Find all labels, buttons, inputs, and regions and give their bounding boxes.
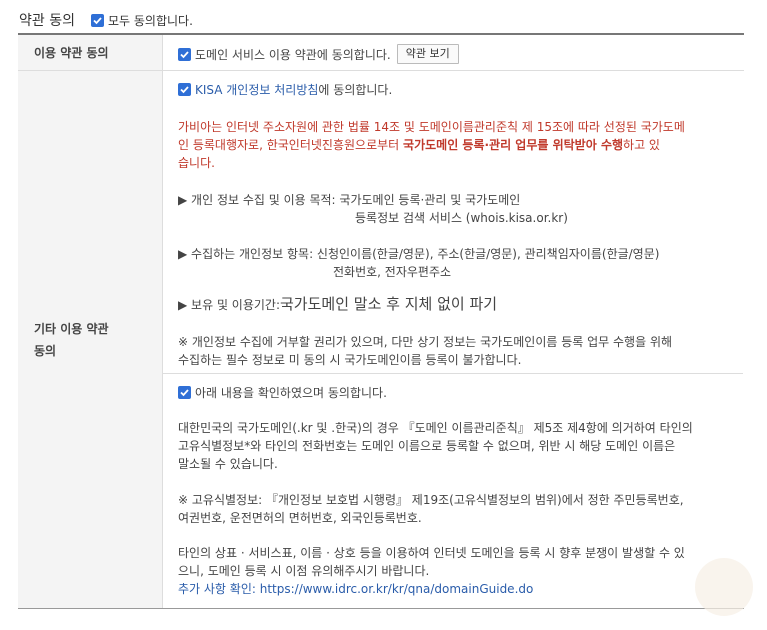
confirm-p1-line1: 대한민국의 국가도메인(.kr 및 .한국)의 경우 『도메인 이름관리준칙』 …	[178, 421, 693, 435]
kisa-notice-line1: 가비아는 인터넷 주소자원에 관한 법률 14조 및 도메인이름관리준칙 제 1…	[178, 120, 685, 134]
kisa-notice-line2: 인 등록대행자로, 한국인터넷진흥원으로부터 국가도메인 등록·관리 업무를 위…	[178, 138, 660, 152]
items-line1: ▶ 수집하는 개인정보 항목: 신청인이름(한글/영문), 주소(한글/영문),…	[178, 247, 660, 261]
confirm-p3-line2: 으니, 도메인 등록 시 이점 유의해주시기 바랍니다.	[178, 564, 430, 578]
kisa-agree-checkbox[interactable]	[178, 83, 191, 96]
retention-period: ▶ 보유 및 이용기간: 국가도메인 말소 후 지체 없이 파기	[178, 295, 498, 313]
confirm-agree-checkbox[interactable]	[178, 386, 191, 399]
other-terms-label-cell: 기타 이용 약관 동의	[18, 71, 163, 608]
terms-row-label: 이용 약관 동의	[34, 46, 109, 60]
other-terms-label-line1: 기타 이용 약관	[34, 322, 109, 336]
purpose-line1: ▶ 개인 정보 수집 및 이용 목적: 국가도메인 등록·관리 및 국가도메인	[178, 193, 521, 207]
items-line2: 전화번호, 전자우편주소	[333, 265, 452, 279]
confirm-p3-line1: 타인의 상표 · 서비스표, 이름 · 상호 등을 이용하여 인터넷 도메인을 …	[178, 546, 685, 560]
section-header: 약관 동의 모두 동의합니다.	[19, 9, 193, 31]
section-title: 약관 동의	[19, 13, 75, 29]
refusal-note-line2: 수집하는 필수 정보로 미 동의 시 국가도메인이름 등록이 불가합니다.	[178, 353, 522, 367]
kisa-privacy-policy-link[interactable]: KISA 개인정보 처리방침	[195, 81, 318, 98]
other-terms-content: KISA 개인정보 처리방침 에 동의합니다. 가비아는 인터넷 주소자원에 관…	[163, 71, 744, 608]
confirm-p1-line2: 고유식별정보*와 타인의 전화번호는 도메인 이름으로 등록할 수 없으며, 위…	[178, 439, 676, 453]
confirm-p2-line1: ※ 고유식별정보: 『개인정보 보호법 시행령』 제19조(고유식별정보의 범위…	[178, 493, 684, 507]
purpose-line2: 등록정보 검색 서비스 (whois.kisa.or.kr)	[355, 211, 568, 225]
mascot-watermark-icon	[695, 558, 753, 616]
terms-table: 이용 약관 동의 도메인 서비스 이용 약관에 동의합니다. 약관 보기 기타 …	[18, 33, 744, 609]
retention-period-value: 국가도메인 말소 후 지체 없이 파기	[280, 295, 498, 313]
kisa-notice-line3: 습니다.	[178, 156, 215, 170]
confirm-p2-line2: 여권번호, 운전면허의 면허번호, 외국인등록번호.	[178, 511, 422, 525]
confirm-agree-label: 아래 내용을 확인하였으며 동의합니다.	[195, 386, 387, 400]
refusal-note-line1: ※ 개인정보 수집에 거부할 권리가 있으며, 다만 상기 정보는 국가도메인이…	[178, 335, 673, 349]
checkbox-checked-icon[interactable]	[90, 13, 104, 27]
agree-all-checkbox[interactable]: 모두 동의합니다.	[90, 12, 193, 29]
inner-divider	[163, 373, 743, 374]
terms-row-label-cell: 이용 약관 동의	[18, 35, 163, 70]
agree-all-label: 모두 동의합니다.	[107, 13, 193, 28]
other-terms-label-line2: 동의	[34, 344, 57, 358]
additional-info-link[interactable]: 추가 사항 확인: https://www.idrc.or.kr/kr/qna/…	[178, 580, 533, 597]
kisa-agree-suffix: 에 동의합니다.	[318, 83, 393, 97]
kisa-notice-emphasis: 국가도메인 등록·관리 업무를 위탁받아 수행	[403, 138, 624, 152]
terms-agree-label: 도메인 서비스 이용 약관에 동의합니다.	[195, 47, 391, 62]
view-terms-button[interactable]: 약관 보기	[396, 44, 459, 64]
terms-agree-checkbox[interactable]	[178, 47, 191, 61]
terms-row-content: 도메인 서비스 이용 약관에 동의합니다. 약관 보기	[163, 35, 744, 70]
confirm-p1-line3: 말소될 수 있습니다.	[178, 457, 278, 471]
